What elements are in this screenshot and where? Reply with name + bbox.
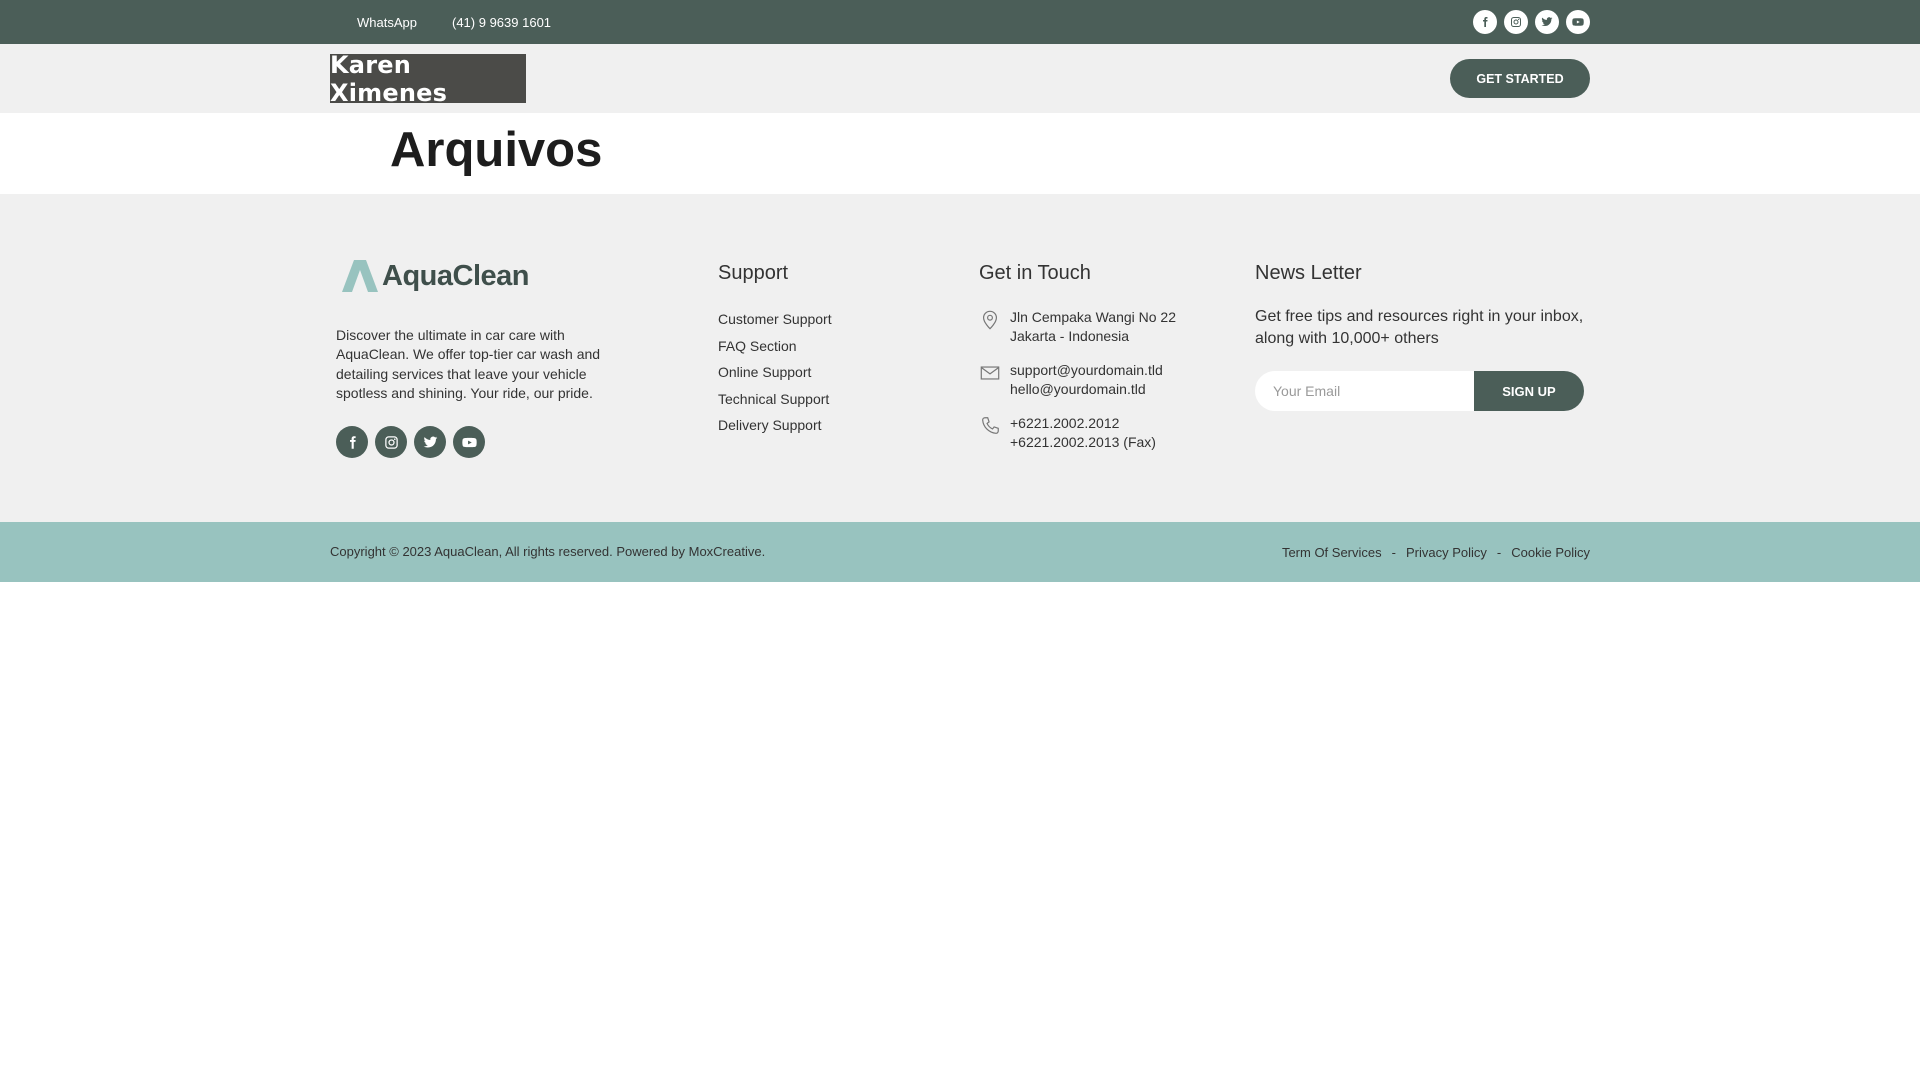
youtube-icon[interactable] (1566, 10, 1590, 34)
contact-title: Get in Touch (979, 262, 1091, 284)
support-link-technical[interactable]: Technical Support (718, 386, 832, 413)
bottom-bar: Copyright © 2023 AquaClean, All rights r… (0, 522, 1920, 582)
youtube-icon[interactable] (453, 426, 485, 458)
newsletter-text: Get free tips and resources right in you… (1255, 308, 1584, 347)
phone-link[interactable]: (41) 9 9639 1601 (452, 0, 551, 44)
address-block: Jln Cempaka Wangi No 22 Jakarta - Indone… (979, 308, 1176, 346)
aquaclean-logo[interactable]: AquaClean (340, 256, 529, 296)
support-link-delivery[interactable]: Delivery Support (718, 412, 832, 439)
phone-main[interactable]: +6221.2002.2012 (1010, 414, 1156, 433)
page-title: Arquivos (390, 123, 603, 177)
top-bar: WhatsApp (41) 9 9639 1601 (0, 0, 1920, 44)
newsletter-form: SIGN UP (1255, 371, 1584, 411)
about-text: Discover the ultimate in car care with A… (336, 327, 601, 402)
get-started-button[interactable]: GET STARTED (1450, 59, 1590, 98)
twitter-icon[interactable] (1535, 10, 1559, 34)
aquaclean-logo-text: AquaClean (382, 259, 529, 292)
support-list: Customer Support FAQ Section Online Supp… (718, 306, 832, 439)
footer: AquaClean Discover the ultimate in car c… (0, 194, 1920, 522)
sign-up-button[interactable]: SIGN UP (1474, 371, 1584, 411)
location-pin-icon (982, 310, 998, 330)
newsletter-title: News Letter (1255, 262, 1362, 284)
aquaclean-logo-icon (342, 260, 378, 292)
envelope-icon (980, 366, 1000, 380)
support-link-faq[interactable]: FAQ Section (718, 333, 832, 360)
cookie-link[interactable]: Cookie Policy (1511, 545, 1590, 560)
email-hello[interactable]: hello@yourdomain.tld (1010, 380, 1163, 399)
terms-link[interactable]: Term Of Services (1282, 545, 1382, 560)
phone-block: +6221.2002.2012 +6221.2002.2013 (Fax) (979, 414, 1156, 452)
newsletter-email-input[interactable] (1255, 371, 1495, 411)
twitter-icon[interactable] (414, 426, 446, 458)
whatsapp-label: WhatsApp (357, 14, 417, 30)
phone-fax: +6221.2002.2013 (Fax) (1010, 434, 1156, 450)
email-support[interactable]: support@yourdomain.tld (1010, 361, 1163, 380)
email-block: support@yourdomain.tld hello@yourdomain.… (979, 361, 1163, 399)
copyright-text: Copyright © 2023 AquaClean, All rights r… (330, 544, 766, 559)
instagram-icon[interactable] (1504, 10, 1528, 34)
support-link-online[interactable]: Online Support (718, 359, 832, 386)
header: Karen Ximenes GET STARTED (0, 44, 1920, 113)
privacy-link[interactable]: Privacy Policy (1406, 545, 1487, 560)
footer-social-links (336, 426, 485, 458)
whatsapp-link[interactable]: WhatsApp (357, 0, 417, 44)
phone-icon (982, 417, 999, 434)
facebook-icon[interactable] (336, 426, 368, 458)
address-line-1: Jln Cempaka Wangi No 22 (1010, 309, 1177, 325)
address-line-2: Jakarta - Indonesia (1010, 328, 1130, 344)
instagram-icon[interactable] (375, 426, 407, 458)
support-link-customer[interactable]: Customer Support (718, 306, 832, 333)
legal-separator: - (1391, 544, 1396, 560)
facebook-icon[interactable] (1473, 10, 1497, 34)
site-logo[interactable]: Karen Ximenes (330, 51, 526, 107)
site-logo-text: Karen Ximenes (330, 50, 448, 107)
legal-separator: - (1496, 544, 1502, 560)
top-social-links (1473, 0, 1590, 44)
legal-links: Term Of Services - Privacy Policy - Cook… (1282, 522, 1590, 582)
phone-number: (41) 9 9639 1601 (452, 14, 552, 30)
support-title: Support (718, 262, 789, 284)
